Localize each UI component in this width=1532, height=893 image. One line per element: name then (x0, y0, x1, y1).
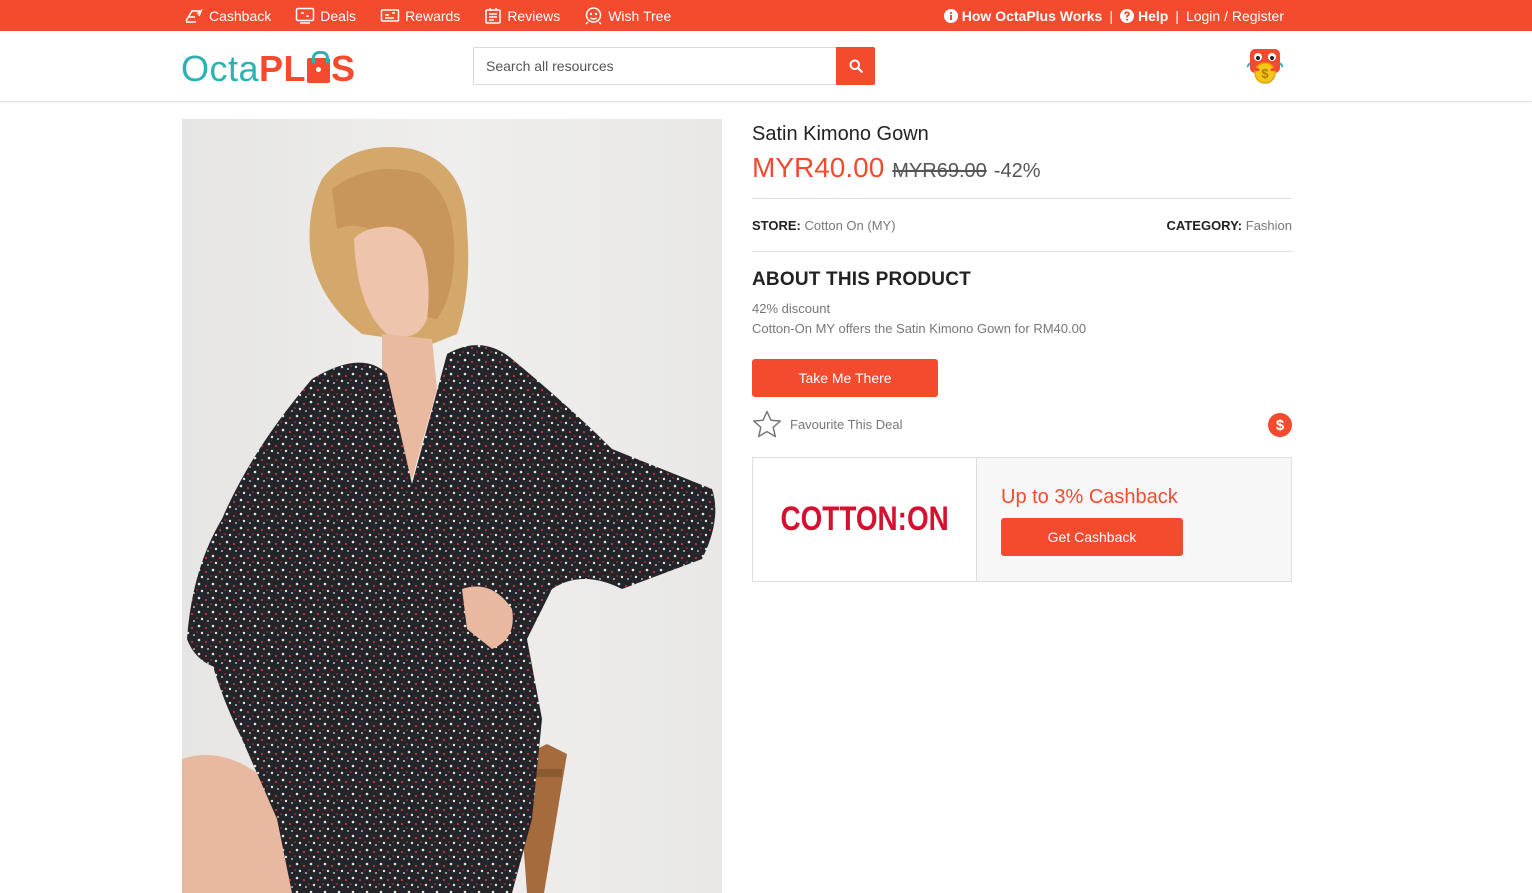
nav-deals[interactable]: Deals (295, 7, 356, 24)
logo-pl-text: PL (259, 48, 307, 89)
octaplus-logo[interactable]: Octa PL S (181, 49, 356, 89)
favourite-row: Favourite This Deal $ (752, 409, 1292, 439)
info-icon (943, 8, 958, 23)
login-register-link[interactable]: Login / Register (1186, 8, 1284, 24)
how-it-works-link[interactable]: How OctaPlus Works (943, 7, 1103, 24)
about-heading: ABOUT THIS PRODUCT (752, 269, 971, 290)
category-value[interactable]: Fashion (1246, 218, 1292, 233)
mascot-avatar[interactable]: $ (1246, 45, 1284, 85)
cashback-dollar-icon: $ (1268, 413, 1292, 437)
take-me-there-button[interactable]: Take Me There (752, 359, 938, 397)
store-value[interactable]: Cotton On (MY) (805, 218, 896, 233)
help-label: Help (1137, 7, 1169, 24)
current-price: MYR40.00 (752, 152, 885, 183)
store-info: STORE: Cotton On (MY) (752, 218, 896, 233)
nav-cashback[interactable]: Cashback (184, 8, 271, 24)
how-it-works-label: How OctaPlus Works (961, 7, 1103, 24)
wish-tree-icon (585, 6, 602, 24)
site-header: Octa PL S $ (0, 31, 1532, 102)
search-icon (849, 59, 863, 73)
cashback-title: Up to 3% Cashback (1001, 486, 1178, 508)
product-photo (182, 147, 716, 893)
logo-octa-text: Octa (181, 48, 260, 89)
octaplus-mascot-icon: $ (1246, 49, 1284, 84)
top-bar: Cashback Deals Rewards Reviews Wish Tree… (0, 0, 1532, 31)
top-nav: Cashback Deals Rewards Reviews Wish Tree (184, 0, 695, 31)
about-description: 42% discount Cotton-On MY offers the Sat… (752, 299, 1292, 339)
divider (752, 251, 1292, 252)
nav-wish-tree-label: Wish Tree (608, 7, 672, 24)
store-label: STORE: (752, 217, 801, 233)
star-icon[interactable] (752, 410, 782, 438)
shopping-bag-icon (307, 51, 331, 83)
cashback-icon (185, 8, 203, 23)
help-link[interactable]: Help (1119, 7, 1169, 24)
search-input[interactable] (473, 47, 837, 85)
svg-text:$: $ (1261, 66, 1269, 81)
nav-rewards-label: Rewards (405, 7, 461, 24)
cashback-card: COTTON:ON Up to 3% Cashback Get Cashback (752, 457, 1292, 582)
discount-percent: -42% (993, 160, 1041, 182)
top-right-links: How OctaPlus Works | Help | Login / Regi… (943, 0, 1284, 31)
nav-wish-tree[interactable]: Wish Tree (584, 6, 672, 25)
reviews-icon (485, 7, 502, 24)
search-bar (473, 47, 875, 85)
store-logo[interactable]: COTTON:ON (753, 458, 977, 581)
search-button[interactable] (836, 47, 875, 85)
deals-icon (296, 7, 315, 24)
nav-deals-label: Deals (320, 7, 357, 24)
price-row: MYR40.00 MYR69.00 -42% (752, 152, 1292, 184)
help-icon (1119, 8, 1134, 23)
category-info: CATEGORY: Fashion (1167, 218, 1292, 233)
nav-cashback-label: Cashback (209, 7, 272, 24)
about-line-2: Cotton-On MY offers the Satin Kimono Gow… (752, 321, 1087, 336)
product-title: Satin Kimono Gown (752, 123, 929, 145)
cotton-on-logo-text: COTTON:ON (780, 500, 949, 538)
nav-reviews[interactable]: Reviews (484, 7, 560, 25)
rewards-icon (380, 9, 400, 22)
cashback-offer: Up to 3% Cashback Get Cashback (977, 458, 1291, 581)
product-info: Satin Kimono Gown MYR40.00 MYR69.00 -42%… (752, 119, 1292, 582)
original-price: MYR69.00 (892, 160, 987, 182)
favourite-label[interactable]: Favourite This Deal (790, 417, 902, 432)
get-cashback-button[interactable]: Get Cashback (1001, 518, 1183, 556)
product-image (182, 119, 722, 893)
nav-reviews-label: Reviews (507, 7, 561, 24)
separator: | (1109, 7, 1113, 24)
about-line-1: 42% discount (752, 301, 831, 316)
nav-rewards[interactable]: Rewards (380, 8, 460, 24)
product-meta: STORE: Cotton On (MY) CATEGORY: Fashion (752, 199, 1292, 251)
category-label: CATEGORY: (1166, 217, 1243, 233)
separator: | (1175, 7, 1179, 24)
logo-s-text: S (331, 48, 356, 89)
